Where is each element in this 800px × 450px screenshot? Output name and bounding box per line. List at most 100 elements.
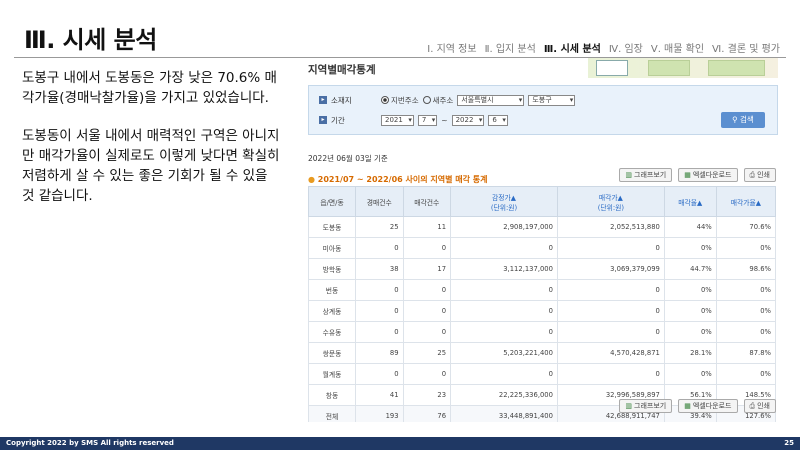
column-header[interactable]: 매각율▲	[663, 186, 717, 217]
district-select[interactable]: 도봉구	[528, 94, 576, 106]
table-cell: 0	[450, 300, 558, 322]
copyright-text: Copyright 2022 by SMS All rights reserve…	[6, 439, 174, 447]
table-cell: 0	[556, 363, 665, 385]
lot-address-label: 지번주소	[391, 95, 419, 105]
table-cell: 0%	[715, 321, 777, 343]
slide-title: Ⅲ. 시세 분석	[24, 26, 157, 54]
table-cell: 0%	[715, 300, 777, 322]
table-cell: 미아동	[307, 237, 357, 259]
road-address-label: 새주소	[432, 95, 454, 105]
period-label: 기간	[331, 115, 345, 125]
column-header[interactable]: 매각가▲ (단위:원)	[556, 186, 665, 217]
from-year-select[interactable]: 2021	[381, 114, 414, 126]
excel-download-label: 엑셀다운로드	[692, 171, 732, 179]
stats-table: 읍/면/동 경매건수 매각건수 감정가▲ (단위:원) 매각가▲ (단위:원) 매각율▲ 매각가…	[307, 186, 777, 422]
graph-view-button[interactable]: ▥ 그래프보기	[619, 168, 673, 182]
table-row: 쌍문동 89 25 5,203,221,400 4,570,428,871 28.1% 87…	[307, 342, 777, 364]
arrow-icon: ▸	[319, 96, 327, 104]
table-cell: 0	[355, 237, 404, 259]
table-cell: 193	[355, 405, 404, 422]
table-cell: 76	[402, 405, 452, 422]
paragraph-2: 도봉동이 서울 내에서 매력적인 구역은 아니지만 매각가율이 실제로도 이렇게…	[22, 128, 280, 204]
table-cell: 4,570,428,871	[556, 342, 665, 364]
print-button[interactable]: ⎙ 인쇄	[743, 399, 776, 413]
range-tilde: ~	[441, 115, 448, 125]
table-cell: 25	[355, 216, 404, 238]
table-cell: 0%	[663, 300, 717, 322]
search-button[interactable]: ⚲ 검색	[721, 112, 765, 128]
print-button[interactable]: ⎙ 인쇄	[743, 168, 776, 182]
table-cell: 0	[450, 363, 558, 385]
column-header[interactable]: 매각가율▲	[715, 186, 777, 217]
section-nav: Ⅰ. 지역 정보 Ⅱ. 입지 분석 Ⅲ. 시세 분석 Ⅳ. 임장 Ⅴ. 매물 확인 Ⅵ. …	[419, 40, 780, 55]
road-address-radio[interactable]	[422, 96, 431, 104]
column-header: 매각건수	[402, 186, 452, 217]
table-cell: 0	[556, 279, 665, 301]
table-body: 도봉동 25 11 2,908,197,000 2,052,513,880 44% 70.6…	[307, 216, 777, 422]
table-row: 수유동 0 0 0 0 0% 0%	[307, 321, 777, 343]
location-row: ▸ 소재지 지번주소 새주소 서울특별시 도봉구	[319, 93, 576, 107]
table-cell: 28.1%	[663, 342, 717, 364]
table-cell: 33,448,891,400	[450, 405, 558, 422]
table-cell: 방학동	[307, 258, 357, 280]
table-cell: 25	[402, 342, 452, 364]
lot-address-radio[interactable]	[381, 96, 389, 104]
table-cell: 44%	[663, 216, 717, 238]
table-cell: 0%	[715, 237, 777, 259]
city-select[interactable]: 서울특별시	[457, 94, 525, 106]
printer-icon: ⎙	[749, 402, 756, 410]
banner-image	[588, 58, 778, 78]
nav-item: Ⅵ. 결론 및 평가	[712, 44, 780, 55]
print-label: 인쇄	[757, 171, 770, 179]
table-cell: 0	[556, 300, 665, 322]
analysis-text: 도봉구 내에서 도봉동은 가장 낮은 70.6% 매각가율(경매낙찰가율)을 가…	[22, 68, 284, 224]
table-cell: 22,225,336,000	[450, 384, 558, 406]
stats-section-text: 2021/07 ~ 2022/06 사이의 지역별 매각 통계	[317, 175, 488, 184]
column-header: 경매건수	[355, 186, 404, 217]
stats-page-title: 지역별매각통계	[308, 64, 376, 76]
table-row: 월계동 0 0 0 0 0% 0%	[307, 363, 777, 385]
table-cell: 월계동	[307, 363, 357, 385]
table-cell: 5,203,221,400	[450, 342, 558, 364]
table-cell: 3,069,379,099	[556, 258, 665, 280]
graph-view-label: 그래프보기	[634, 171, 667, 179]
page-number: 25	[784, 439, 794, 447]
table-cell: 0%	[715, 363, 777, 385]
to-year-select[interactable]: 2022	[451, 114, 485, 126]
table-cell: 41	[355, 384, 404, 406]
table-cell: 44.7%	[663, 258, 717, 280]
nav-item: Ⅱ. 입지 분석	[484, 44, 536, 55]
excel-icon: ▦	[684, 402, 691, 410]
table-cell: 0	[402, 300, 452, 322]
column-header[interactable]: 감정가▲ (단위:원)	[450, 186, 558, 217]
table-cell: 0	[402, 321, 452, 343]
table-cell: 87.8%	[715, 342, 777, 364]
banner-building	[648, 60, 690, 76]
table-cell: 0	[355, 279, 404, 301]
auction-stats-screenshot: 지역별매각통계 ▸ 소재지 지번주소 새주소 서울특별시 도봉구 ▸ 기간 20…	[306, 58, 778, 422]
bullet-icon: ●	[308, 175, 315, 184]
table-cell: 도봉동	[307, 216, 357, 238]
table-cell: 0	[556, 321, 665, 343]
excel-download-button[interactable]: ▦ 엑셀다운로드	[678, 399, 738, 413]
to-month-select[interactable]: 6	[488, 114, 508, 126]
table-cell: 상계동	[307, 300, 357, 322]
banner-sign	[596, 60, 628, 76]
table-row: 상계동 0 0 0 0 0% 0%	[307, 300, 777, 322]
excel-download-button[interactable]: ▦ 엑셀다운로드	[678, 168, 738, 182]
graph-view-button[interactable]: ▥ 그래프보기	[619, 399, 673, 413]
table-cell: 0	[450, 237, 558, 259]
table-cell: 0%	[663, 237, 717, 259]
table-cell: 89	[355, 342, 404, 364]
table-header-row: 읍/면/동 경매건수 매각건수 감정가▲ (단위:원) 매각가▲ (단위:원) 매각율▲ 매각가…	[307, 186, 777, 217]
nav-item: Ⅳ. 임장	[608, 44, 643, 55]
from-month-select[interactable]: 7	[417, 114, 438, 126]
table-cell: 0%	[663, 279, 717, 301]
arrow-icon: ▸	[319, 116, 327, 124]
table-row: 방학동 38 17 3,112,137,000 3,069,379,099 44.7% 98…	[307, 258, 777, 280]
search-panel: ▸ 소재지 지번주소 새주소 서울특별시 도봉구 ▸ 기간 2021 7 ~ 2…	[308, 85, 778, 135]
table-row: 도봉동 25 11 2,908,197,000 2,052,513,880 44% 70.6…	[307, 216, 777, 238]
table-cell: 0	[450, 321, 558, 343]
graph-view-label: 그래프보기	[634, 402, 667, 410]
table-cell: 0%	[663, 363, 717, 385]
